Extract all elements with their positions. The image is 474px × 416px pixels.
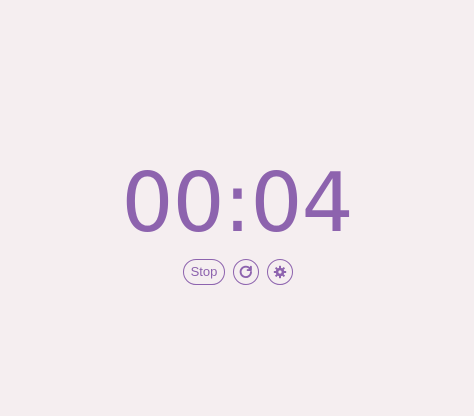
timer-display: 00:04 bbox=[121, 156, 353, 251]
timer-app: 00:04 Stop bbox=[0, 0, 474, 416]
timer-controls: Stop bbox=[0, 258, 474, 286]
restart-icon bbox=[239, 265, 252, 278]
stop-button[interactable]: Stop bbox=[183, 259, 225, 285]
gear-icon bbox=[273, 265, 287, 279]
reset-button[interactable] bbox=[233, 259, 259, 285]
settings-button[interactable] bbox=[267, 259, 293, 285]
